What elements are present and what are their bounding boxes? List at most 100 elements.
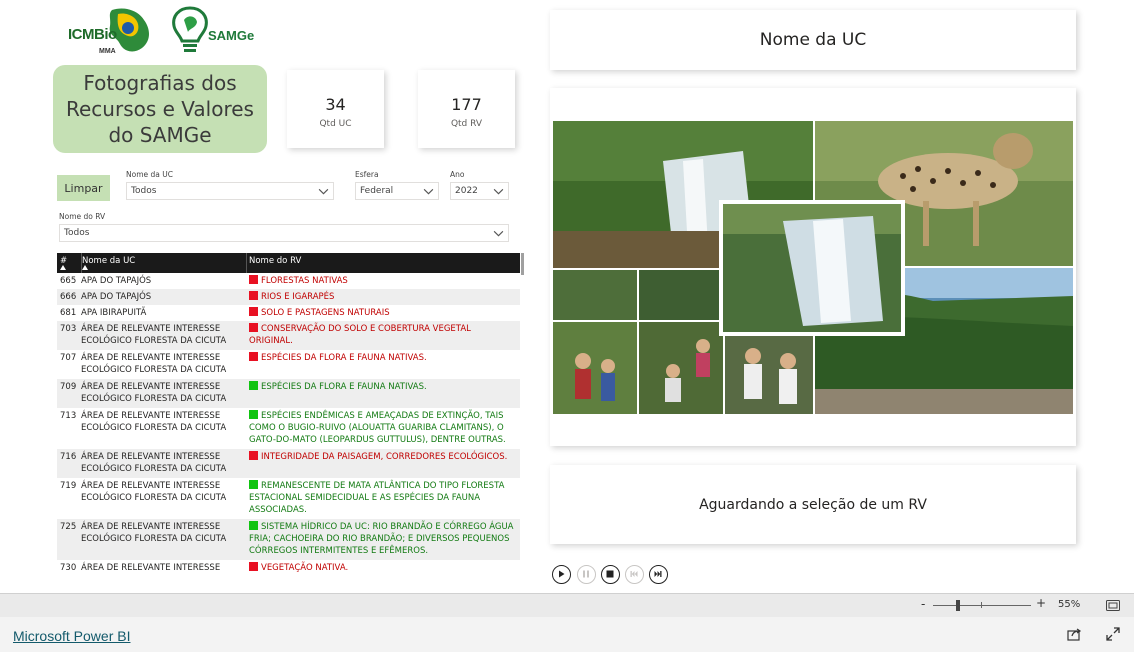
slicer-rv-value: Todos [64, 228, 90, 238]
kpi-label-rv: Qtd RV [450, 119, 483, 129]
column-header-uc[interactable]: Nome da UC [82, 256, 135, 266]
table-row[interactable]: 725 Área de Relevante Interesse Ecológico… [57, 519, 520, 560]
cell-rv-name: Solo e pastagens naturais [249, 307, 517, 319]
kpi-value-uc: 34 [325, 95, 346, 114]
zoom-slider-tick [981, 602, 982, 608]
rv-text: Integridade da paisagem, corredores ecol… [261, 452, 508, 462]
status-indicator [249, 323, 258, 332]
rv-text: Florestas nativas [261, 276, 348, 286]
status-indicator [249, 307, 258, 316]
previous-icon [630, 571, 638, 577]
share-icon[interactable] [1067, 627, 1082, 641]
slicer-ano-value: 2022 [455, 186, 478, 196]
zoom-out-button[interactable]: - [921, 597, 925, 611]
next-icon [654, 571, 662, 577]
cell-id: 703 [60, 324, 77, 334]
cell-rv-name: Espécies da flora e fauna nativas. [249, 381, 517, 393]
powerbi-link[interactable]: Microsoft Power BI [13, 628, 130, 644]
table-row[interactable]: 716 Área de Relevante Interesse Ecológico… [57, 449, 520, 478]
sort-ascending-icon [82, 265, 88, 270]
report-page: ICMBio MMA SAMGe Fotografias dos Recurso… [0, 0, 1134, 652]
rv-text: Remanescente de Mata Atlântica do tipo F… [249, 481, 505, 515]
table-scrollbar[interactable] [521, 253, 524, 275]
cell-id: 725 [60, 522, 77, 532]
logo-group: ICMBio MMA SAMGe [68, 4, 258, 58]
cell-rv-name: Vegetação nativa. [249, 562, 517, 574]
cell-rv-name: Integridade da paisagem, corredores ecol… [249, 451, 517, 463]
cell-id: 665 [60, 276, 77, 286]
slicer-esfera-label: Esfera [355, 170, 379, 179]
cell-rv-name: Sistema hídrico da UC: Rio Brandão e Cór… [249, 521, 517, 557]
status-indicator [249, 521, 258, 530]
kpi-value-rv: 177 [451, 95, 482, 114]
status-indicator [249, 352, 258, 361]
rv-placeholder-card: Aguardando a seleção de um RV [550, 465, 1076, 544]
play-button[interactable] [552, 565, 571, 584]
expand-icon[interactable] [1106, 627, 1120, 641]
status-indicator [249, 291, 258, 300]
slicer-rv-dropdown[interactable]: Todos [59, 224, 509, 242]
chevron-down-icon [423, 188, 434, 194]
zoom-percentage: 55% [1058, 599, 1081, 610]
slicer-esfera-dropdown[interactable]: Federal [355, 182, 439, 200]
rv-text: Solo e pastagens naturais [261, 308, 390, 318]
zoom-slider[interactable] [933, 605, 1031, 606]
cell-rv-name: Espécies endêmicas e ameaçadas de extinç… [249, 410, 517, 446]
cell-id: 713 [60, 411, 77, 421]
slicer-esfera-value: Federal [360, 186, 394, 196]
rv-table: # Nome da UC Nome do RV 665 APA do Tapajó… [57, 253, 520, 580]
play-axis-controls [552, 565, 672, 585]
table-row[interactable]: 713 Área de Relevante Interesse Ecológico… [57, 408, 520, 449]
table-row[interactable]: 707 Área de Relevante Interesse Ecológico… [57, 350, 520, 379]
kpi-card-uc: 34 Qtd UC [287, 70, 384, 148]
samge-wordmark: SAMGe [208, 28, 255, 43]
pause-button[interactable] [577, 565, 596, 584]
chevron-down-icon [318, 188, 329, 194]
icmbio-logo: ICMBio MMA [68, 6, 160, 58]
zoom-bar: - + 55% [0, 593, 1134, 617]
photo-card [550, 88, 1076, 446]
cell-uc-name: Área de Relevante Interesse Ecológico Fl… [81, 411, 227, 433]
zoom-in-button[interactable]: + [1036, 596, 1046, 610]
cell-uc-name: Área de Relevante Interesse Ecológico Fl… [81, 324, 227, 346]
rv-placeholder-text: Aguardando a seleção de um RV [699, 496, 927, 513]
cell-id: 730 [60, 563, 77, 573]
powerbi-footer: Microsoft Power BI [0, 617, 1134, 652]
rv-text: Espécies endêmicas e ameaçadas de extinç… [249, 411, 506, 445]
rv-text: Rios e igarapés [261, 292, 335, 302]
cell-uc-name: APA Ibirapuitã [81, 308, 147, 318]
cell-id: 709 [60, 382, 77, 392]
cell-uc-name: Área de Relevante Interesse Ecológico Fl… [81, 452, 227, 474]
status-indicator [249, 562, 258, 571]
column-header-rv[interactable]: Nome do RV [249, 256, 301, 266]
rv-text: Vegetação nativa. [261, 563, 349, 573]
clear-filters-button[interactable]: Limpar [57, 175, 110, 201]
cell-rv-name: Rios e igarapés [249, 291, 517, 303]
mma-wordmark: MMA [99, 48, 116, 55]
cell-rv-name: Conservação do solo e cobertura vegetal … [249, 323, 517, 347]
slicer-esfera: Esfera Federal [355, 170, 439, 200]
table-row[interactable]: 665 APA do Tapajós Florestas nativas [57, 273, 520, 289]
stop-button[interactable] [601, 565, 620, 584]
slicer-ano: Ano 2022 [450, 170, 509, 200]
slicer-ano-dropdown[interactable]: 2022 [450, 182, 509, 200]
uc-name-card: Nome da UC [550, 10, 1076, 70]
fit-page-icon[interactable] [1106, 600, 1120, 611]
slicer-uc-dropdown[interactable]: Todos [126, 182, 334, 200]
cell-id: 666 [60, 292, 77, 302]
slicer-uc: Nome da UC Todos [126, 170, 334, 200]
table-row[interactable]: 719 Área de Relevante Interesse Ecológico… [57, 478, 520, 519]
slicer-uc-value: Todos [131, 186, 157, 196]
icmbio-wordmark: ICMBio [68, 26, 117, 43]
table-row[interactable]: 730 Área de Relevante Interesse Vegetação … [57, 560, 520, 576]
table-row[interactable]: 681 APA Ibirapuitã Solo e pastagens natura… [57, 305, 520, 321]
next-button[interactable] [649, 565, 668, 584]
table-row[interactable]: 703 Área de Relevante Interesse Ecológico… [57, 321, 520, 350]
zoom-slider-thumb[interactable] [955, 600, 960, 611]
table-row[interactable]: 666 APA do Tapajós Rios e igarapés [57, 289, 520, 305]
cell-rv-name: Florestas nativas [249, 275, 517, 287]
kpi-label-uc: Qtd UC [319, 119, 352, 129]
previous-button[interactable] [625, 565, 644, 584]
cell-id: 719 [60, 481, 77, 491]
table-row[interactable]: 709 Área de Relevante Interesse Ecológico… [57, 379, 520, 408]
